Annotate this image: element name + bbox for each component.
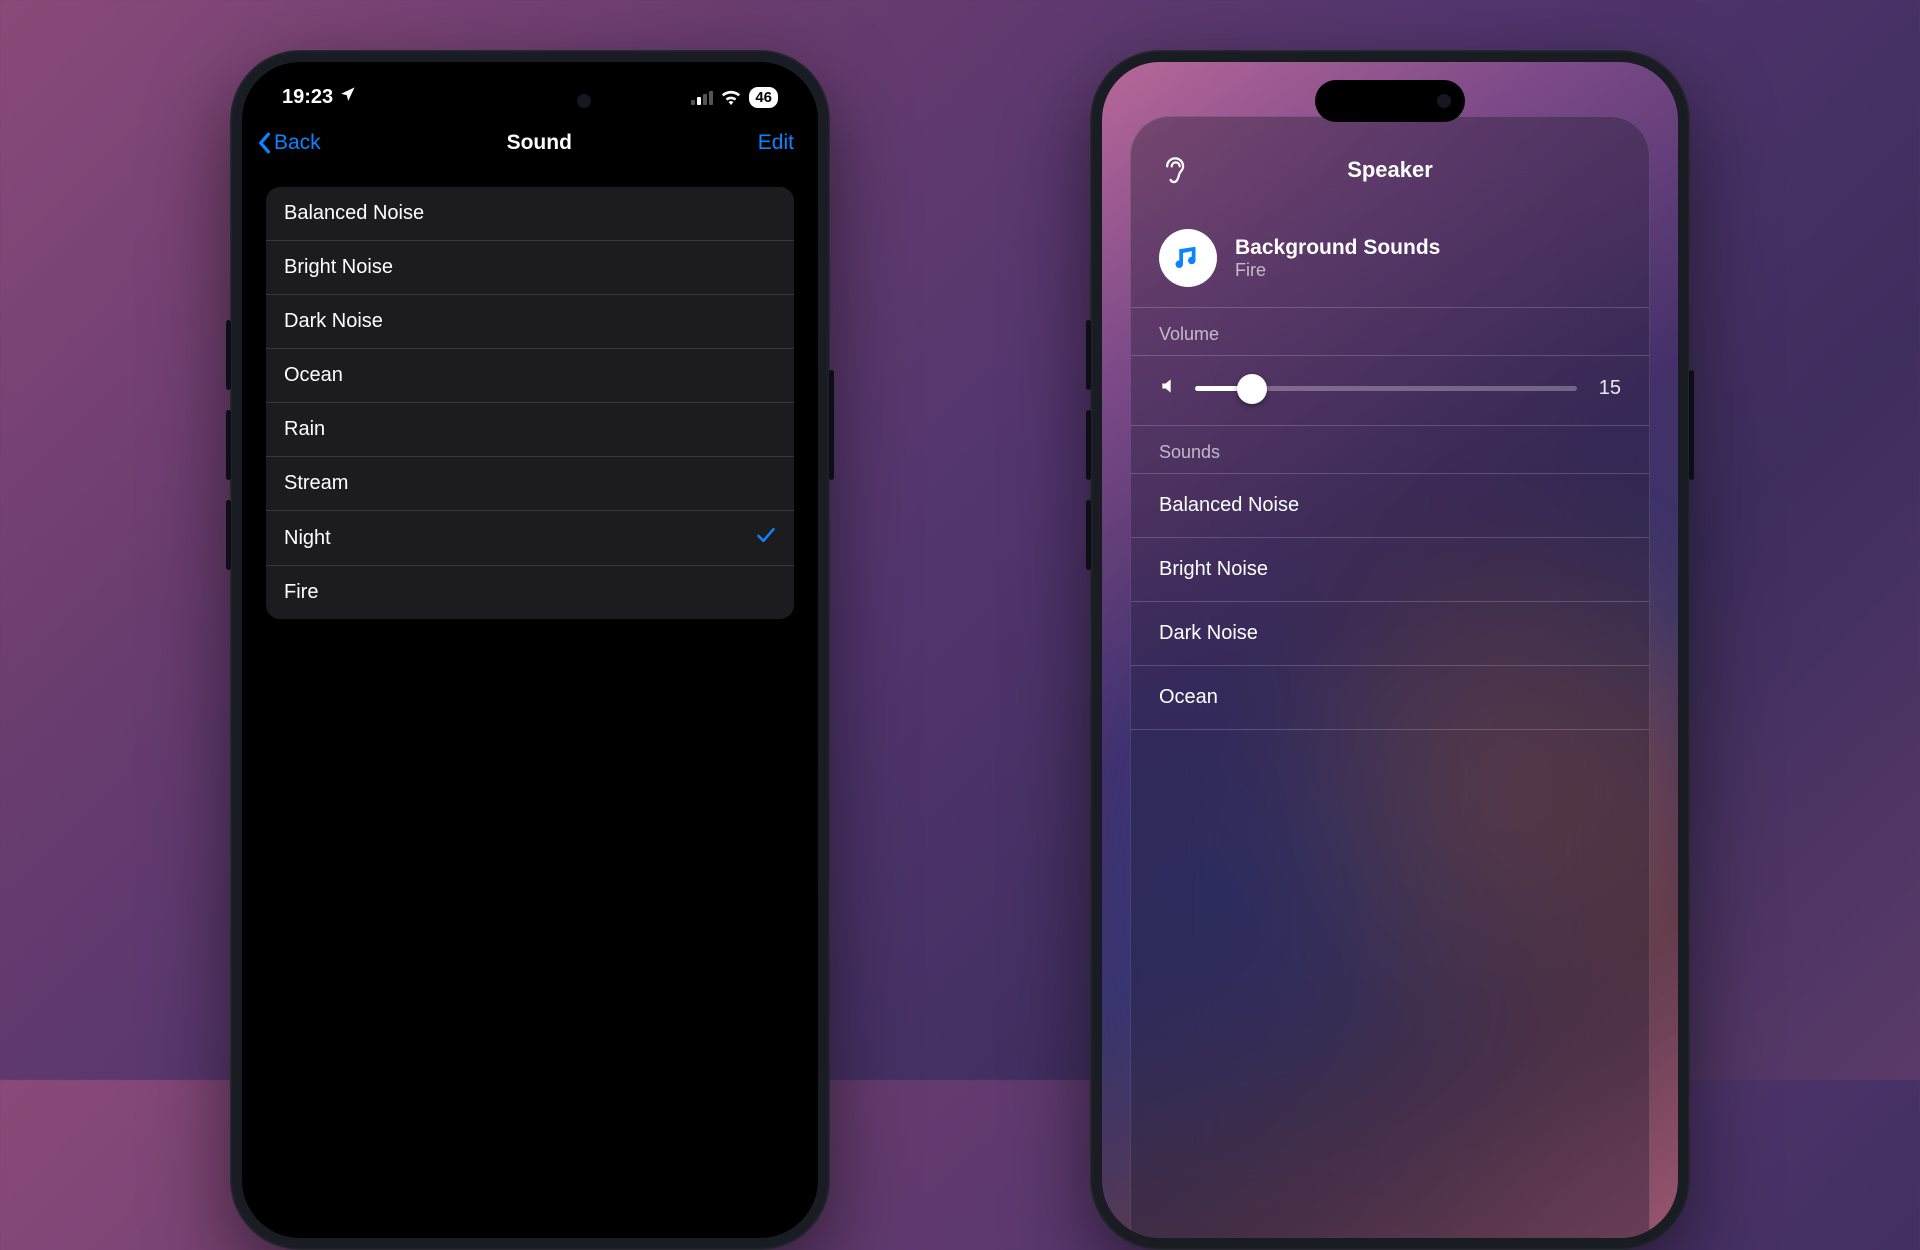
sound-label: Fire bbox=[284, 581, 318, 604]
panel-sound-balanced-noise[interactable]: Balanced Noise bbox=[1131, 474, 1649, 538]
sound-label: Dark Noise bbox=[284, 310, 383, 333]
volume-slider[interactable] bbox=[1195, 386, 1577, 391]
nav-bar: Back Sound Edit bbox=[242, 117, 818, 169]
sound-label: Night bbox=[284, 527, 331, 550]
sound-label: Balanced Noise bbox=[1159, 494, 1299, 517]
sound-option-night[interactable]: Night bbox=[266, 511, 794, 566]
panel-sound-ocean[interactable]: Ocean bbox=[1131, 666, 1649, 730]
music-note-icon bbox=[1159, 229, 1217, 287]
now-playing-subtitle: Fire bbox=[1235, 260, 1440, 281]
screen-left: 19:23 46 Back So bbox=[242, 62, 818, 1238]
sound-label: Dark Noise bbox=[1159, 622, 1258, 645]
panel-sounds-list: Balanced Noise Bright Noise Dark Noise O… bbox=[1131, 474, 1649, 730]
ear-icon[interactable] bbox=[1159, 155, 1189, 194]
page-title: Sound bbox=[507, 131, 572, 155]
sound-label: Ocean bbox=[1159, 686, 1218, 709]
sound-option-ocean[interactable]: Ocean bbox=[266, 349, 794, 403]
slider-thumb[interactable] bbox=[1237, 374, 1267, 404]
volume-section-label: Volume bbox=[1131, 308, 1649, 356]
sound-label: Stream bbox=[284, 472, 348, 495]
sound-label: Balanced Noise bbox=[284, 202, 424, 225]
back-button[interactable]: Back bbox=[256, 131, 321, 155]
volume-row: 15 bbox=[1131, 356, 1649, 426]
phone-frame-right: Speaker Background Sounds Fire Volume bbox=[1090, 50, 1690, 1250]
sound-label: Rain bbox=[284, 418, 325, 441]
signal-icon bbox=[691, 91, 713, 105]
status-time: 19:23 bbox=[282, 86, 333, 109]
sound-option-bright-noise[interactable]: Bright Noise bbox=[266, 241, 794, 295]
panel-sound-bright-noise[interactable]: Bright Noise bbox=[1131, 538, 1649, 602]
sound-option-balanced-noise[interactable]: Balanced Noise bbox=[266, 187, 794, 241]
battery-badge: 46 bbox=[749, 87, 778, 108]
sounds-list: Balanced Noise Bright Noise Dark Noise O… bbox=[266, 187, 794, 619]
wifi-icon bbox=[721, 90, 741, 105]
panel-sound-dark-noise[interactable]: Dark Noise bbox=[1131, 602, 1649, 666]
check-icon bbox=[756, 526, 776, 550]
volume-value: 15 bbox=[1593, 377, 1621, 400]
phone-frame-left: 19:23 46 Back So bbox=[230, 50, 830, 1250]
sound-option-dark-noise[interactable]: Dark Noise bbox=[266, 295, 794, 349]
sound-option-rain[interactable]: Rain bbox=[266, 403, 794, 457]
now-playing-row[interactable]: Background Sounds Fire bbox=[1131, 211, 1649, 308]
now-playing-title: Background Sounds bbox=[1235, 236, 1440, 260]
sound-option-fire[interactable]: Fire bbox=[266, 566, 794, 619]
sound-option-stream[interactable]: Stream bbox=[266, 457, 794, 511]
edit-button[interactable]: Edit bbox=[758, 131, 794, 155]
hearing-panel: Speaker Background Sounds Fire Volume bbox=[1130, 116, 1650, 1238]
battery-level: 46 bbox=[755, 89, 772, 106]
speaker-icon bbox=[1159, 376, 1179, 401]
dynamic-island bbox=[455, 80, 605, 122]
back-label: Back bbox=[274, 131, 321, 155]
dynamic-island bbox=[1315, 80, 1465, 122]
sound-label: Bright Noise bbox=[284, 256, 393, 279]
screen-right: Speaker Background Sounds Fire Volume bbox=[1102, 62, 1678, 1238]
sound-label: Ocean bbox=[284, 364, 343, 387]
location-icon bbox=[339, 86, 356, 109]
panel-title: Speaker bbox=[1347, 157, 1433, 183]
sounds-section-label: Sounds bbox=[1131, 426, 1649, 474]
sound-label: Bright Noise bbox=[1159, 558, 1268, 581]
